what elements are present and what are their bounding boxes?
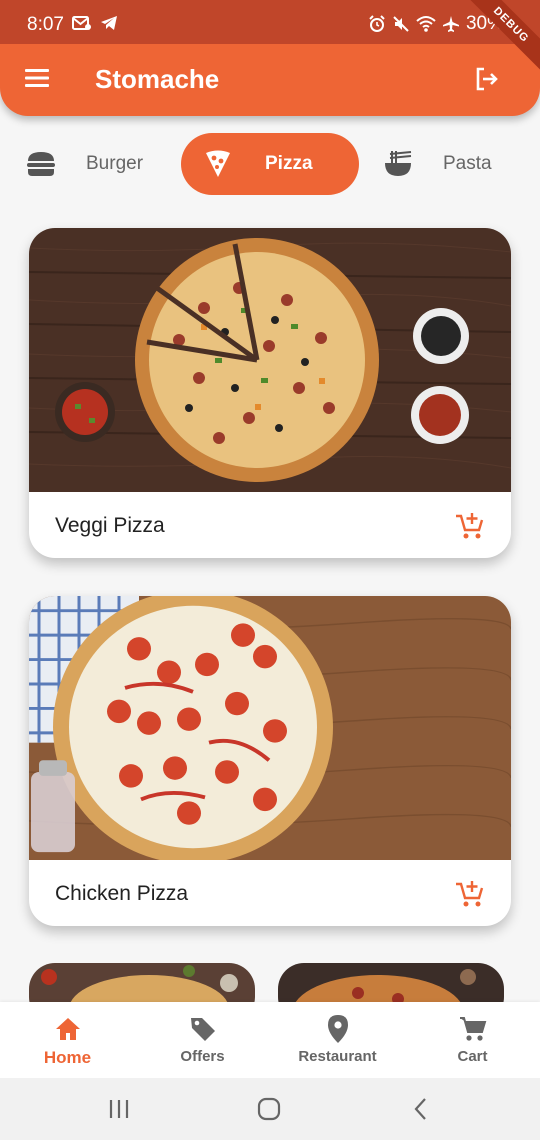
mute-icon [393, 16, 409, 32]
nav-item-cart[interactable]: Cart [405, 1002, 540, 1078]
nav-label: Restaurant [298, 1048, 377, 1065]
recent-apps-button[interactable] [106, 1096, 132, 1122]
menu-button[interactable] [24, 67, 50, 89]
food-name: Veggi Pizza [55, 514, 165, 537]
recent-apps-icon [109, 1100, 129, 1118]
tag-icon [188, 1014, 218, 1044]
app-header: 8:07 30% DEBUG Stomache [0, 0, 540, 116]
veggi-pizza-image [29, 228, 511, 492]
add-to-cart-icon [456, 513, 484, 539]
location-pin-icon [323, 1014, 353, 1044]
nav-label: Cart [457, 1048, 488, 1065]
add-to-cart-icon [456, 881, 484, 907]
category-tab-pizza[interactable]: Pizza [181, 133, 359, 195]
logout-icon [476, 67, 498, 91]
status-system-icons: 30% [368, 13, 504, 35]
home-icon [53, 1014, 83, 1044]
home-circle-icon [257, 1097, 281, 1121]
wifi-icon [416, 16, 436, 32]
add-to-cart-button[interactable] [455, 511, 485, 541]
status-notification-icons [72, 15, 118, 31]
logout-button[interactable] [474, 66, 500, 92]
menu-icon [25, 69, 49, 87]
nav-item-offers[interactable]: Offers [135, 1002, 270, 1078]
home-system-button[interactable] [256, 1096, 282, 1122]
alarm-icon [369, 15, 385, 32]
burger-icon [24, 147, 58, 181]
nav-label: Offers [180, 1048, 225, 1065]
category-label: Burger [86, 153, 144, 174]
nav-label: Home [43, 1048, 92, 1067]
food-card[interactable]: Chicken Pizza [29, 596, 511, 926]
noodle-bowl-icon [381, 147, 415, 181]
add-to-cart-button[interactable] [455, 879, 485, 909]
category-tab-burger[interactable]: Burger [18, 133, 168, 195]
nav-item-restaurant[interactable]: Restaurant [270, 1002, 405, 1078]
status-time: 8:07 [27, 14, 64, 35]
category-label: Pizza [265, 153, 313, 174]
pizza-icon [201, 147, 235, 181]
telegram-icon [101, 16, 117, 30]
category-tab-pasta[interactable]: Pasta [375, 133, 525, 195]
nav-item-home[interactable]: Home [0, 1002, 135, 1078]
cart-icon [458, 1014, 488, 1044]
back-button[interactable] [408, 1096, 434, 1122]
status-bar: 8:07 30% DEBUG [0, 0, 540, 79]
system-navigation-bar [0, 1078, 540, 1140]
airplane-icon [442, 16, 459, 32]
food-name: Chicken Pizza [55, 882, 189, 905]
image-mail-icon [72, 16, 91, 30]
category-label: Pasta [443, 153, 492, 174]
bottom-navigation: Home Offers Restaurant Cart [0, 1002, 540, 1078]
chicken-pizza-image [29, 596, 511, 860]
food-card[interactable]: Veggi Pizza [29, 228, 511, 558]
page-title: Stomache [95, 64, 220, 94]
back-chevron-icon [414, 1098, 426, 1120]
